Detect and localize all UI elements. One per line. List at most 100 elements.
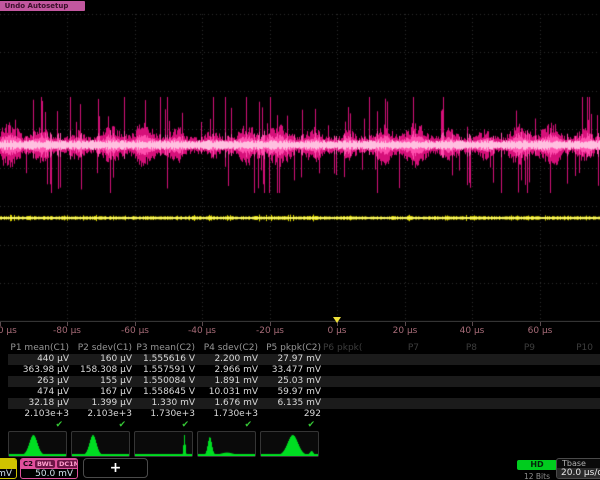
measure-column-header[interactable]: P6 pkpk(C3) — [323, 342, 363, 354]
histicon-P4[interactable] — [197, 431, 256, 457]
measure-value-cell — [595, 398, 600, 409]
channel-descriptor-c2[interactable]: C2 BWL DC1M 50.0 mV — [20, 458, 78, 479]
measure-header-row: P1 mean(C1)P2 sdev(C1)P3 mean(C2)P4 sdev… — [8, 342, 600, 354]
time-axis-label: 0 µs — [327, 326, 346, 336]
measure-value-cell — [595, 365, 600, 376]
measure-value-cell: 2.103e+3 — [71, 409, 134, 420]
timebase-value: 20.0 µs/div — [557, 468, 600, 478]
measure-value-cell — [595, 376, 600, 387]
measure-value-cell: 2.200 mV — [197, 354, 260, 365]
status-empty-cell — [421, 420, 479, 430]
measure-value-cell: 1.557591 V — [134, 365, 197, 376]
hd-mode-badge[interactable]: HD — [517, 460, 557, 470]
measure-value-cell: 263 µV — [8, 376, 71, 387]
status-check-icon: ✔ — [134, 420, 197, 430]
top-bar: Undo Autosetup — [0, 0, 600, 12]
measure-row-status: ✔✔✔✔✔ — [8, 420, 600, 430]
measure-value-cell: 160 µV — [71, 354, 134, 365]
measure-value-cell — [595, 354, 600, 365]
histicon-P5[interactable] — [260, 431, 319, 457]
measure-column-header[interactable]: P2 sdev(C1) — [71, 342, 134, 354]
measure-value-cell — [479, 365, 537, 376]
waveform-grid[interactable] — [0, 12, 600, 322]
measure-value-cell — [323, 354, 363, 365]
measure-value-cell: 474 µV — [8, 387, 71, 398]
measure-value-cell — [421, 354, 479, 365]
measure-column-header[interactable]: P3 mean(C2) — [134, 342, 197, 354]
measure-column-header[interactable]: P4 sdev(C2) — [197, 342, 260, 354]
measure-column-header[interactable]: P8 — [421, 342, 479, 354]
measure-value-cell — [479, 387, 537, 398]
time-axis-label: -80 µs — [53, 326, 81, 336]
time-axis-label: -40 µs — [188, 326, 216, 336]
status-check-icon: ✔ — [260, 420, 323, 430]
channel-c2-header: C2 BWL DC1M — [21, 459, 77, 469]
measure-value-cell — [323, 409, 363, 420]
measure-value-cell — [537, 354, 595, 365]
measure-column-header[interactable]: P7 — [363, 342, 421, 354]
measure-value-cell: 1.676 mV — [197, 398, 260, 409]
channel-c2-label: C2 — [23, 460, 33, 468]
measure-value-cell: 2.103e+3 — [8, 409, 71, 420]
histicon-canvas — [9, 432, 66, 456]
measure-column-header[interactable]: P1 mean(C1) — [8, 342, 71, 354]
measure-value-cell: 59.97 mV — [260, 387, 323, 398]
measure-value-cell — [479, 409, 537, 420]
measure-value-cell: 1.399 µV — [71, 398, 134, 409]
measure-row-value: 440 µV160 µV1.555616 V2.200 mV27.97 mV — [8, 354, 600, 365]
histicon-P3[interactable] — [134, 431, 193, 457]
measure-row-sdev: 32.18 µV1.399 µV1.330 mV1.676 mV6.135 mV — [8, 398, 600, 409]
measure-value-cell: 363.98 µV — [8, 365, 71, 376]
measure-value-cell: 1.558645 V — [134, 387, 197, 398]
channel-descriptor-c1[interactable]: C1 DC1M 10.0 mV — [0, 458, 17, 479]
time-axis-label: 20 µs — [393, 326, 418, 336]
trigger-position-marker[interactable] — [333, 317, 341, 323]
measure-value-cell — [537, 376, 595, 387]
measure-value-cell — [421, 398, 479, 409]
measure-row-min: 263 µV155 µV1.550084 V1.891 mV25.03 mV — [8, 376, 600, 387]
time-axis-label: 40 µs — [460, 326, 485, 336]
measure-value-cell — [537, 387, 595, 398]
resolution-bits-label: 12 Bits — [513, 472, 561, 480]
channel-c1-scale: 10.0 mV — [0, 469, 16, 479]
time-axis-label: 60 µs — [528, 326, 553, 336]
histicon-row — [0, 430, 600, 458]
status-check-icon: ✔ — [71, 420, 134, 430]
plus-icon: + — [110, 460, 122, 476]
measure-value-cell: 27.97 mV — [260, 354, 323, 365]
measure-row-num: 2.103e+32.103e+31.730e+31.730e+3292 — [8, 409, 600, 420]
measure-value-cell: 1.555616 V — [134, 354, 197, 365]
timebase-descriptor[interactable]: Tbase 20.0 µs/div — [556, 458, 600, 479]
measure-value-cell — [595, 409, 600, 420]
measure-value-cell — [363, 409, 421, 420]
measure-value-cell: 6.135 mV — [260, 398, 323, 409]
measure-value-cell: 158.308 µV — [71, 365, 134, 376]
measure-column-header[interactable]: P11 — [595, 342, 600, 354]
measure-value-cell — [363, 376, 421, 387]
measure-column-header[interactable]: P5 pkpk(C2) — [260, 342, 323, 354]
histicon-canvas — [261, 432, 318, 456]
time-axis-label: -100 µs — [0, 326, 17, 336]
measure-value-cell — [479, 354, 537, 365]
status-empty-cell — [323, 420, 363, 430]
histicon-P2[interactable] — [71, 431, 130, 457]
measure-column-header[interactable]: P10 — [537, 342, 595, 354]
status-check-icon: ✔ — [8, 420, 71, 430]
channel-c2-bwl-badge: BWL — [35, 460, 55, 468]
measure-row-max: 474 µV167 µV1.558645 V10.031 mV59.97 mV — [8, 387, 600, 398]
measure-value-cell — [537, 398, 595, 409]
undo-autosetup-button[interactable]: Undo Autosetup — [0, 1, 85, 11]
measure-value-cell: 10.031 mV — [197, 387, 260, 398]
measure-column-header[interactable]: P9 — [479, 342, 537, 354]
add-trace-button[interactable]: + — [83, 458, 148, 478]
measure-value-cell: 1.730e+3 — [134, 409, 197, 420]
measure-value-cell — [363, 365, 421, 376]
measure-value-cell — [323, 376, 363, 387]
histicon-P1[interactable] — [8, 431, 67, 457]
measure-value-cell: 1.730e+3 — [197, 409, 260, 420]
measure-value-cell — [363, 354, 421, 365]
status-check-icon: ✔ — [197, 420, 260, 430]
measure-value-cell: 25.03 mV — [260, 376, 323, 387]
measure-value-cell: 167 µV — [71, 387, 134, 398]
timebase-title: Tbase — [557, 459, 600, 468]
